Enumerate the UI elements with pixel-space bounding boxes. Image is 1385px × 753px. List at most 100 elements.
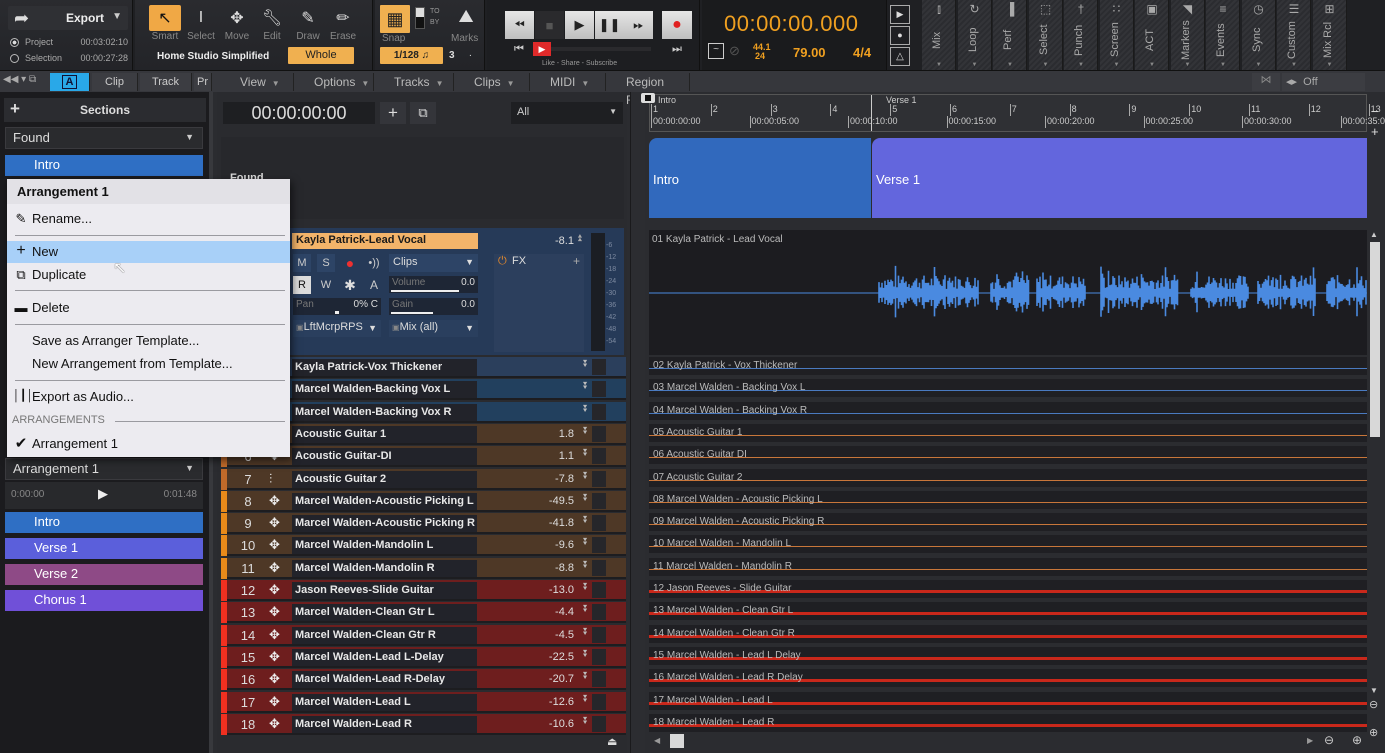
selection-radio[interactable]: Selection 00:00:27:28 (10, 53, 128, 64)
write-automation-button[interactable]: W (317, 276, 335, 294)
menu-item-duplicate[interactable]: ⧉ Duplicate (7, 264, 290, 286)
move-tool-button[interactable]: ✥ (221, 5, 253, 31)
splitter[interactable] (630, 92, 645, 753)
time-display[interactable]: 00:00:00.000 (724, 11, 858, 37)
h-scroll-thumb[interactable] (670, 734, 684, 748)
track-name[interactable]: Marcel Walden-Clean Gtr L (292, 604, 477, 622)
go-to-end-button[interactable]: ⏭︎ (672, 43, 682, 56)
mute-button[interactable]: M (293, 254, 311, 272)
fast-forward-button[interactable]: ⏩︎ (624, 11, 653, 39)
clip-lane[interactable]: 10 Marcel Walden - Mandolin L (649, 535, 1367, 556)
whole-button[interactable]: Whole (288, 47, 354, 64)
track-name[interactable]: Kayla Patrick-Vox Thickener (292, 359, 477, 376)
expand-icon[interactable]: ⏬︎ (583, 694, 588, 705)
track-name[interactable]: Marcel Walden-Backing Vox L (292, 381, 477, 399)
section-filter-select[interactable]: Found ▼ (5, 127, 203, 149)
track-name[interactable]: Acoustic Guitar 2 (292, 470, 477, 488)
menu-item-delete[interactable]: ▬ Delete (7, 297, 290, 319)
clip-lane[interactable]: 02 Kayla Patrick - Vox Thickener (649, 357, 1367, 377)
track-name[interactable]: Marcel Walden-Mandolin L (292, 537, 477, 555)
module-tab-events[interactable]: ≡ Events ▼ (1206, 0, 1240, 70)
track-row[interactable]: 13 ✥ Marcel Walden-Clean Gtr L -4.4 ⏬︎ (221, 602, 626, 624)
clip-lead-vocal[interactable]: 01 Kayla Patrick - Lead Vocal (649, 230, 1367, 355)
workspace-label[interactable]: Home Studio Simplified (157, 51, 269, 62)
menu-clips[interactable]: Clips ▼ (456, 73, 530, 91)
arrangement-section-item[interactable]: Intro (5, 512, 203, 533)
menu-view[interactable]: View ▼ (222, 73, 294, 91)
zoom-out-horizontal-icon[interactable]: ⊖ (1324, 733, 1334, 747)
track-name[interactable]: Marcel Walden-Backing Vox R (292, 403, 477, 421)
clip-lane[interactable]: 03 Marcel Walden - Backing Vox L (649, 379, 1367, 400)
expand-icon[interactable]: ⏬︎ (583, 381, 588, 392)
expand-icon[interactable]: ⏬︎ (583, 649, 588, 660)
output-left-select[interactable]: ▣LftMcrpRPS ▼ (293, 320, 381, 337)
arrangement-section-item[interactable]: Chorus 1 (5, 590, 203, 611)
timeline-ruler[interactable]: 1 2 3 4 5 6 7 8 9 10 11 12 13 00:00:00:00 00:00:05:00 0… (649, 94, 1385, 132)
collapse-button[interactable]: ⏏︎ (607, 735, 617, 748)
track-name[interactable]: Acoustic Guitar-DI (292, 448, 477, 466)
ruler-zoom-controls[interactable]: − + (1371, 105, 1379, 138)
expand-icon[interactable]: ⏬︎ (583, 448, 588, 459)
clip-lane[interactable]: 07 Acoustic Guitar 2 (649, 468, 1367, 489)
track-row[interactable]: 11 ✥ Marcel Walden-Mandolin R -8.8 ⏬︎ (221, 557, 626, 579)
clip-lane[interactable]: 11 Marcel Walden - Mandolin R (649, 557, 1367, 578)
track-name[interactable]: Marcel Walden-Mandolin R (292, 559, 477, 577)
clip-lane[interactable]: 12 Jason Reeves - Slide Guitar (649, 580, 1367, 600)
clip-lane[interactable]: 13 Marcel Walden - Clean Gtr L (649, 602, 1367, 623)
add-fx-button[interactable]: + (573, 254, 580, 268)
clip-lane[interactable]: 04 Marcel Walden - Backing Vox R (649, 401, 1367, 422)
pan-slider[interactable]: Pan 0% C (293, 298, 381, 315)
project-radio[interactable]: Project 00:03:02:10 (10, 37, 128, 48)
export-button[interactable]: ➦ Export ▼ (8, 6, 128, 30)
read-automation-button[interactable]: R (293, 276, 311, 294)
module-tab-screen[interactable]: ∷ Screen ▼ (1099, 0, 1134, 70)
module-tab-markers[interactable]: ◥ Markers ▼ (1170, 0, 1205, 70)
menu-item-arrangement-1[interactable]: ✔ Arrangement 1 (7, 433, 290, 455)
menu-item-new-from-template[interactable]: New Arrangement from Template... (7, 353, 290, 375)
edit-tool-button[interactable]: 🔧︎ (256, 5, 288, 31)
track-name[interactable]: Marcel Walden-Lead R (292, 715, 477, 733)
track-name[interactable]: Marcel Walden-Acoustic Picking R (292, 515, 477, 533)
erase-tool-button[interactable]: ✏ (327, 5, 359, 31)
chevron-down-icon[interactable]: ▼ (112, 11, 122, 22)
now-time-slider[interactable] (551, 47, 651, 51)
expand-icon[interactable]: ⏬︎ (583, 359, 588, 370)
arranger-section-clip[interactable]: Intro (649, 138, 871, 218)
track-row[interactable]: 17 ✥ Marcel Walden-Lead L -12.6 ⏬︎ (221, 691, 626, 713)
midi-panic-button[interactable]: ⊘ (729, 43, 740, 59)
clip-lane[interactable]: 09 Marcel Walden - Acoustic Picking R (649, 513, 1367, 534)
add-track-button[interactable]: + (380, 102, 406, 124)
arranger-section-clip[interactable]: Verse 1 (872, 138, 1367, 218)
menu-tracks[interactable]: Tracks ▼ (376, 73, 454, 91)
expand-icon[interactable]: ⏬︎ (583, 404, 588, 415)
track-filter-select[interactable]: All ▼ (511, 102, 623, 124)
ruler-marker-label[interactable]: Intro (658, 95, 676, 105)
play-arrangement-button[interactable]: ▶ (98, 486, 108, 502)
gain-slider[interactable]: Gain 0.0 (389, 298, 478, 315)
zoom-in-horizontal-icon[interactable]: ⊕ (1352, 733, 1362, 747)
snap-grid-button[interactable]: ▦ (380, 5, 410, 33)
snap-marker-button[interactable]: ⋈ (1252, 73, 1280, 91)
track-row[interactable]: 14 ✥ Marcel Walden-Clean Gtr R -4.5 ⏬︎ (221, 624, 626, 646)
track-name[interactable]: Marcel Walden-Clean Gtr R (292, 626, 477, 644)
clip-lane[interactable]: 05 Acoustic Guitar 1 (649, 423, 1367, 444)
track-row[interactable]: 7 ⫶ Acoustic Guitar 2 -7.8 ⏬︎ (221, 468, 626, 490)
tab-pro-channel[interactable]: Pr (194, 73, 212, 91)
fx-rack[interactable]: ⏻︎ FX + (494, 254, 584, 352)
module-tab-mix[interactable]: ⫾ Mix ▼ (922, 0, 956, 70)
input-select[interactable]: Clips ▼ (389, 254, 478, 272)
horizontal-scrollbar[interactable]: ◀ ▶ ⊖ ⊕ (649, 733, 1367, 749)
now-time-marker[interactable] (641, 93, 655, 103)
menu-item-rename[interactable]: ✎ Rename... (7, 208, 290, 230)
menu-item-save-template[interactable]: Save as Arranger Template... (7, 330, 290, 352)
section-item-top[interactable]: Intro (5, 155, 203, 176)
clip-lane[interactable]: 08 Marcel Walden - Acoustic Picking L (649, 490, 1367, 511)
zoom-out-vertical-icon[interactable]: ⊖ (1369, 698, 1378, 711)
pause-button[interactable]: ❚❚ (595, 11, 624, 39)
inspector-nav-controls[interactable]: ◀◀ ▾ ⧉ (3, 74, 36, 85)
power-icon[interactable]: ⏻︎ (498, 255, 507, 268)
clip-lane[interactable]: 06 Acoustic Guitar DI (649, 446, 1367, 467)
track-name-field[interactable]: Kayla Patrick-Lead Vocal (292, 233, 478, 249)
expand-icon[interactable]: ⏬︎ (583, 582, 588, 593)
expand-icon[interactable]: ⏬︎ (583, 493, 588, 504)
